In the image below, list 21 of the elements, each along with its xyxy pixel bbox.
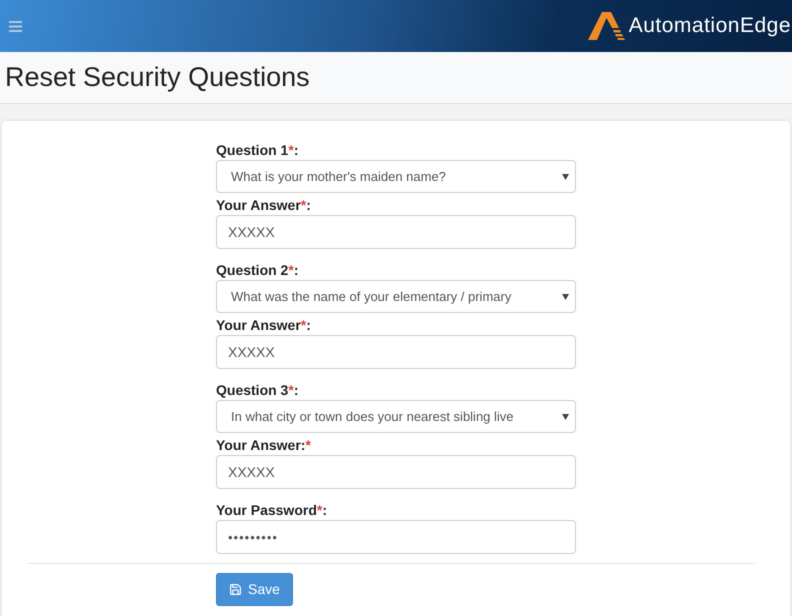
caret-icon <box>562 414 569 420</box>
password-field[interactable]: ••••••••• <box>216 520 576 554</box>
answer-field[interactable]: XXXXX <box>216 335 576 369</box>
field-label: Your Answer*: <box>216 316 311 334</box>
logo-text: AutomationEdge <box>628 13 792 40</box>
field-label: Question 2*: <box>216 261 298 279</box>
field-label: Your Answer:* <box>216 436 311 454</box>
answer-field[interactable]: XXXXX <box>216 215 576 249</box>
answer-field[interactable]: XXXXX <box>216 455 576 489</box>
caret-icon <box>562 174 569 180</box>
caret-icon <box>562 294 569 300</box>
question-select[interactable]: In what city or town does your nearest sibling live <box>216 400 576 433</box>
page-title: Reset Security Questions <box>5 64 310 91</box>
question-select[interactable]: What was the name of your elementary / primary <box>216 280 576 313</box>
menu-icon[interactable] <box>9 20 22 32</box>
field-label: Your Answer*: <box>216 196 311 214</box>
logo-icon <box>588 12 626 40</box>
question-select[interactable]: What is your mother's maiden name? <box>216 160 576 193</box>
field-label: Question 1*: <box>216 141 298 159</box>
field-label: Question 3*: <box>216 381 298 399</box>
field-label: Your Password*: <box>216 501 328 519</box>
